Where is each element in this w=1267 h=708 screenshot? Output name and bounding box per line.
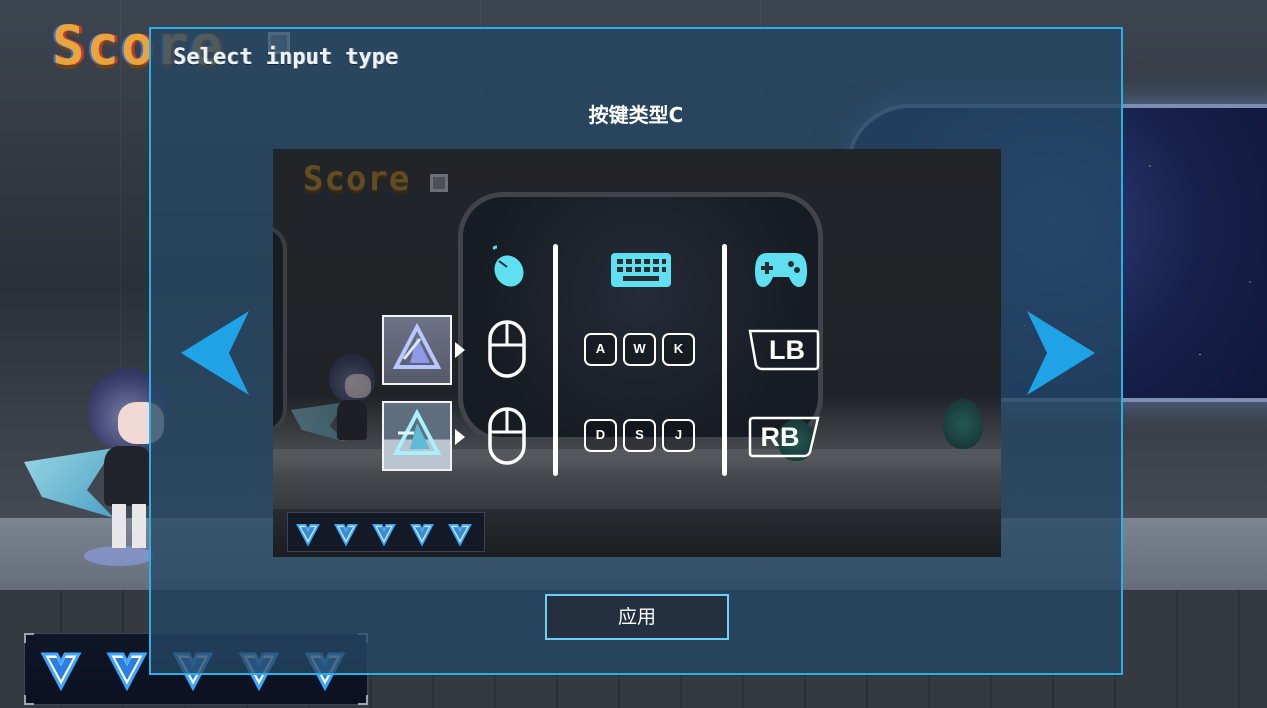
preview-lives-bar <box>287 512 485 552</box>
key-d: D <box>584 419 617 452</box>
heart-crystal-icon <box>296 523 320 547</box>
column-divider <box>553 244 558 476</box>
heart-crystal-icon <box>410 523 434 547</box>
mouse-icon <box>492 245 524 287</box>
dialog-header: Select input type <box>173 45 399 70</box>
key-k: K <box>662 333 695 366</box>
gamepad-icon <box>755 253 807 287</box>
key-a: A <box>584 333 617 366</box>
keyboard-icon <box>611 253 671 287</box>
heart-crystal-icon <box>372 523 396 547</box>
apply-button[interactable]: 应用 <box>545 594 729 640</box>
key-j: J <box>662 419 695 452</box>
skill-slot-1 <box>382 315 452 385</box>
column-divider <box>722 244 727 476</box>
heart-crystal-icon <box>334 523 358 547</box>
scheme-preview: Score A W K LB D S J RB <box>273 149 1001 557</box>
scheme-title: 按键类型C <box>588 103 684 127</box>
lb-button: LB <box>748 329 820 371</box>
arrow-left-icon[interactable] <box>181 311 253 395</box>
mouse-right-button-icon <box>488 407 526 465</box>
mouse-left-button-icon <box>488 320 526 378</box>
triangle-skill-alt-icon <box>392 408 442 455</box>
heart-crystal-icon <box>40 652 82 692</box>
heart-crystal-icon <box>448 523 472 547</box>
arrow-right-icon[interactable] <box>1023 311 1095 395</box>
input-type-dialog: Select input type 按键类型C Score A W K LB D… <box>149 27 1123 675</box>
heart-crystal-icon <box>106 652 148 692</box>
arrow-right-small-icon <box>455 342 465 358</box>
triangle-skill-icon <box>392 322 442 369</box>
rb-button: RB <box>748 416 820 458</box>
arrow-right-small-icon <box>455 429 465 445</box>
key-w: W <box>623 333 656 366</box>
skill-slot-2 <box>382 401 452 471</box>
key-s: S <box>623 419 656 452</box>
